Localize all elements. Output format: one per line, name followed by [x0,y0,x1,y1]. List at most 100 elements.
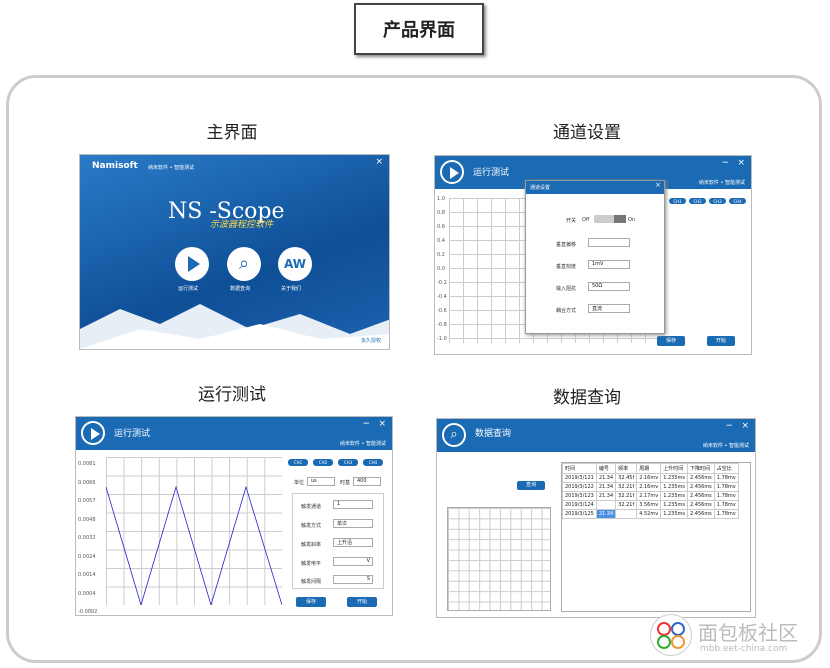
column-header[interactable]: 占空比 [713,463,739,474]
table-cell[interactable]: 2.456ms [687,482,715,492]
ch2-button[interactable]: CH2 [313,459,333,466]
y-tick-label: 0.0057 [78,498,96,504]
table-cell[interactable]: 2019/3/124 [562,500,597,510]
ch3-button[interactable]: CH3 [338,459,358,466]
table-cell[interactable]: 2.16mv [636,473,662,483]
offset-input[interactable] [588,238,630,247]
table-cell[interactable]: 21.34 [595,473,617,483]
table-cell[interactable]: 1.235ms [660,473,688,483]
table-cell[interactable]: 3.56mv [636,500,662,510]
column-header[interactable]: 时间 [562,463,597,474]
table-cell[interactable]: 2.456ms [687,500,715,510]
trigger-interval-input[interactable]: S [333,575,373,584]
y-tick-label: 0.2 [437,252,445,258]
start-button[interactable]: 开始 [347,597,377,607]
query-button[interactable]: 查询 [517,481,545,490]
save-button[interactable]: 保存 [296,597,326,607]
main-screen: Namisoft 纳米软件 • 智能测试 × NS -Scope 示波器程控软件… [79,154,390,350]
table-row[interactable]: 2019/3/123 21.34 32.21f 2.17mv 1.235ms 2.456m… [562,491,739,501]
coupling-select[interactable]: 直流 [588,304,630,313]
table-cell[interactable]: 1.235ms [660,482,688,492]
trigger-channel-select[interactable]: 1 [333,500,373,509]
ch4-button[interactable]: CH4 [363,459,383,466]
table-cell[interactable]: 32.21f [615,482,638,492]
play-icon[interactable] [81,421,105,445]
ch2-button[interactable]: CH2 [689,198,706,204]
table-cell[interactable] [615,509,638,519]
table-cell[interactable]: 2019/3/122 [562,482,597,492]
close-icon[interactable]: × [375,157,383,167]
column-header[interactable]: 上升时间 [660,463,688,474]
minimize-icon[interactable]: − [362,419,370,429]
ch3-button[interactable]: CH3 [709,198,726,204]
watermark-text: 面包板社区 [698,621,798,645]
table-cell[interactable]: 2019/3/121 [562,473,597,483]
ch1-button[interactable]: CH1 [288,459,308,466]
search-icon[interactable]: ⌕ [442,423,466,447]
trigger-mode-select[interactable]: 单次 [333,519,373,528]
table-cell[interactable]: 1.235ms [660,509,688,519]
timebase-select[interactable]: 400 [353,477,381,486]
save-button[interactable]: 保存 [657,336,685,346]
table-cell[interactable] [595,500,617,510]
table-cell[interactable]: 1.78mv [713,473,739,483]
table-cell[interactable]: 4.52mv [636,509,662,519]
scale-select[interactable]: 1mV [588,260,630,269]
close-icon[interactable]: × [655,181,661,189]
minimize-icon[interactable]: − [721,158,729,168]
column-header[interactable]: 周期 [636,463,662,474]
start-button[interactable]: 开始 [707,336,735,346]
trigger-slope-label: 触发斜率 [301,542,322,548]
table-cell[interactable]: 2.456ms [687,509,715,519]
trigger-slope-select[interactable]: 上升沿 [333,538,373,547]
table-row[interactable]: 2019/3/121 21.34 32.45f 2.16mv 1.235ms 2.456m… [562,473,739,483]
run-test-icon[interactable] [175,247,209,281]
caption-run: 运行测试 [198,385,266,405]
search-icon[interactable]: ⌕ [227,247,261,281]
table-cell[interactable]: 21.34 [595,491,617,501]
ch1-button[interactable]: CH1 [669,198,686,204]
trigger-level-input[interactable]: V [333,557,373,566]
unit-select[interactable]: us [307,477,335,486]
column-header[interactable]: 编号 [595,463,617,474]
close-icon[interactable]: × [737,158,745,168]
y-tick-label: 0.0032 [78,535,96,541]
ch4-button[interactable]: CH4 [729,198,746,204]
table-cell[interactable]: 2.17mv [636,491,662,501]
table-cell[interactable]: 32.21f [615,500,638,510]
close-icon[interactable]: × [378,419,386,429]
table-cell[interactable]: 32.45f [615,473,638,483]
table-cell[interactable]: 1.78mv [713,482,739,492]
table-cell[interactable]: 1.235ms [660,500,688,510]
table-cell[interactable]: 2.16mv [636,482,662,492]
table-row[interactable]: 2019/3/125 21.34 4.52mv 1.235ms 2.456ms 1.78m… [562,509,739,519]
table-cell[interactable]: 2019/3/125 [562,509,597,519]
column-header[interactable]: 频率 [615,463,638,474]
table-row[interactable]: 2019/3/124 32.21f 3.56mv 1.235ms 2.456ms 1.78… [562,500,739,510]
table-cell[interactable]: 1.78mv [713,491,739,501]
close-icon[interactable]: × [741,421,749,431]
table-cell[interactable]: 2019/3/123 [562,491,597,501]
y-tick-label: 0.4 [437,238,445,244]
table-cell[interactable]: 2.456ms [687,473,715,483]
table-cell[interactable]: 1.78mv [713,509,739,519]
minimize-icon[interactable]: − [725,421,733,431]
table-cell[interactable]: 21.34 [595,482,617,492]
channel-toggle[interactable] [594,215,626,223]
trigger-panel: 触发通道 1 触发方式 单次 触发斜率 上升沿 触发电平 V 触发间隔 S [292,493,384,589]
table-cell[interactable]: 32.21f [615,491,638,501]
table-cell[interactable]: 2.456ms [687,491,715,501]
y-tick-label: -0.2 [437,280,447,286]
table-cell[interactable]: 21.34 [595,509,617,519]
table-cell[interactable]: 1.235ms [660,491,688,501]
play-icon[interactable] [440,160,464,184]
about-icon[interactable]: AW [278,247,312,281]
brand-menu: 纳米软件 • 智能测试 [702,443,749,449]
impedance-select[interactable]: 50Ω [588,282,630,291]
y-tick-label: 0.0024 [78,553,96,560]
y-axis-ticks: 0.0081 0.0066 0.0057 0.0048 0.0032 0.0024 0.00… [78,455,97,615]
trigger-mode-label: 触发方式 [301,523,322,529]
table-cell[interactable]: 1.78mv [713,500,739,510]
table-row[interactable]: 2019/3/122 21.34 32.21f 2.16mv 1.235ms 2.456m… [562,482,739,492]
column-header[interactable]: 下降时间 [687,463,715,474]
